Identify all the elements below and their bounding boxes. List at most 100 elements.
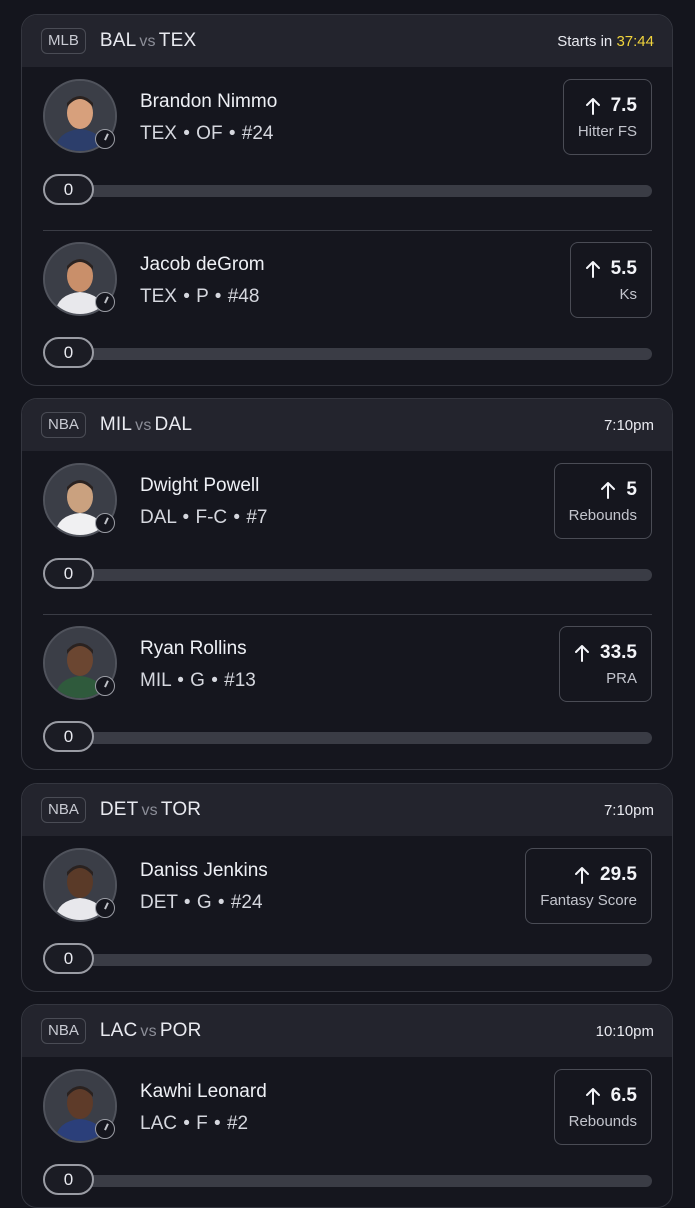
progress-value: 0 bbox=[43, 174, 94, 205]
player-row[interactable]: Dwight Powell DAL • F-C • #7 5 Rebounds 0 bbox=[22, 451, 672, 614]
game-time: 7:10pm bbox=[603, 801, 654, 819]
game-card: NBA LAC vs POR 10:10pm Kawhi Leonard LAC • F … bbox=[21, 1004, 673, 1208]
clock-icon bbox=[95, 292, 115, 312]
league-badge: MLB bbox=[41, 28, 86, 54]
game-card: MLB BAL vs TEX Starts in 37:44 Brandon Nimmo… bbox=[21, 14, 673, 386]
start-time: Starts in 37:44 bbox=[557, 33, 654, 50]
stat-type: Ks bbox=[619, 285, 637, 303]
projection-line: 7.5 bbox=[585, 95, 637, 117]
countdown-timer: 37:44 bbox=[616, 32, 654, 50]
away-team: TOR bbox=[160, 799, 202, 820]
game-card: NBA MIL vs DAL 7:10pm Dwight Powell DAL • F-C… bbox=[21, 398, 673, 770]
player-row[interactable]: Jacob deGrom TEX • P • #48 5.5 Ks 0 bbox=[22, 230, 672, 385]
game-time: 7:10pm bbox=[603, 416, 654, 434]
game-header: NBA LAC vs POR 10:10pm bbox=[22, 1005, 672, 1057]
projection-value: 5 bbox=[626, 478, 637, 500]
arrow-up-icon bbox=[600, 481, 616, 499]
stat-type: Hitter FS bbox=[577, 122, 637, 140]
player-name: Brandon Nimmo bbox=[140, 91, 278, 112]
home-team: BAL bbox=[99, 30, 137, 51]
progress-track bbox=[64, 954, 652, 966]
progress-value: 0 bbox=[43, 558, 94, 589]
away-team: TEX bbox=[158, 30, 197, 51]
stat-type: Rebounds bbox=[568, 506, 637, 524]
start-time: 10:10pm bbox=[596, 1023, 654, 1040]
projection-button[interactable]: 5 Rebounds bbox=[553, 463, 652, 539]
player-name: Dwight Powell bbox=[140, 475, 260, 496]
player-info: LAC • F • #2 bbox=[140, 1113, 249, 1134]
projection-button[interactable]: 5.5 Ks bbox=[569, 242, 652, 318]
progress-value: 0 bbox=[43, 943, 94, 974]
progress-track bbox=[64, 569, 652, 581]
home-team: LAC bbox=[99, 1020, 138, 1041]
progress-track bbox=[64, 1175, 652, 1187]
player-name: Kawhi Leonard bbox=[140, 1081, 267, 1102]
projection-value: 7.5 bbox=[610, 94, 637, 116]
player-row[interactable]: Ryan Rollins MIL • G • #13 33.5 PRA 0 bbox=[22, 614, 672, 769]
stat-type: Fantasy Score bbox=[540, 891, 637, 909]
projection-button[interactable]: 29.5 Fantasy Score bbox=[525, 848, 652, 924]
projection-button[interactable]: 6.5 Rebounds bbox=[553, 1069, 652, 1145]
projection-line: 29.5 bbox=[574, 864, 637, 886]
player-row[interactable]: Brandon Nimmo TEX • OF • #24 7.5 Hitter FS 0 bbox=[22, 67, 672, 230]
player-name: Ryan Rollins bbox=[140, 638, 247, 659]
vs-label: vs bbox=[141, 802, 158, 819]
vs-label: vs bbox=[139, 33, 156, 50]
player-row[interactable]: Daniss Jenkins DET • G • #24 29.5 Fantasy S… bbox=[22, 836, 672, 991]
vs-label: vs bbox=[135, 417, 152, 434]
game-time: 10:10pm bbox=[595, 1022, 654, 1040]
progress-track bbox=[64, 185, 652, 197]
projection-value: 33.5 bbox=[600, 641, 637, 663]
start-time: 7:10pm bbox=[604, 417, 654, 434]
starts-in-label: Starts in bbox=[557, 32, 613, 50]
projection-value: 29.5 bbox=[600, 863, 637, 885]
game-card: NBA DET vs TOR 7:10pm Daniss Jenkins DET • G … bbox=[21, 783, 673, 992]
game-header: MLB BAL vs TEX Starts in 37:44 bbox=[22, 15, 672, 67]
game-header: NBA DET vs TOR 7:10pm bbox=[22, 784, 672, 836]
stat-type: PRA bbox=[606, 669, 637, 687]
projection-line: 6.5 bbox=[585, 1085, 637, 1107]
matchup: DET vs TOR bbox=[100, 799, 201, 821]
clock-icon bbox=[95, 676, 115, 696]
player-row[interactable]: Kawhi Leonard LAC • F • #2 6.5 Rebounds 0 bbox=[22, 1057, 672, 1207]
clock-icon bbox=[95, 129, 115, 149]
league-badge: NBA bbox=[41, 797, 86, 823]
arrow-up-icon bbox=[585, 1087, 601, 1105]
matchup: MIL vs DAL bbox=[100, 414, 192, 436]
home-team: MIL bbox=[99, 414, 133, 435]
clock-icon bbox=[95, 1119, 115, 1139]
arrow-up-icon bbox=[585, 260, 601, 278]
vs-label: vs bbox=[140, 1023, 157, 1040]
projection-line: 5 bbox=[600, 479, 637, 501]
progress-track bbox=[64, 732, 652, 744]
away-team: DAL bbox=[154, 414, 193, 435]
matchup: LAC vs POR bbox=[100, 1020, 202, 1042]
stat-type: Rebounds bbox=[568, 1112, 637, 1130]
projection-button[interactable]: 33.5 PRA bbox=[559, 626, 652, 702]
home-team: DET bbox=[99, 799, 139, 820]
progress-value: 0 bbox=[43, 1164, 94, 1195]
player-info: DET • G • #24 bbox=[140, 892, 263, 913]
arrow-up-icon bbox=[574, 866, 590, 884]
progress-track bbox=[64, 348, 652, 360]
league-badge: NBA bbox=[41, 412, 86, 438]
clock-icon bbox=[95, 513, 115, 533]
away-team: POR bbox=[159, 1020, 202, 1041]
player-info: DAL • F-C • #7 bbox=[140, 507, 268, 528]
projection-button[interactable]: 7.5 Hitter FS bbox=[562, 79, 652, 155]
player-name: Jacob deGrom bbox=[140, 254, 265, 275]
start-time: 7:10pm bbox=[604, 802, 654, 819]
player-info: MIL • G • #13 bbox=[140, 670, 256, 691]
clock-icon bbox=[95, 898, 115, 918]
projection-line: 5.5 bbox=[585, 258, 637, 280]
league-badge: NBA bbox=[41, 1018, 86, 1044]
progress-value: 0 bbox=[43, 337, 94, 368]
arrow-up-icon bbox=[574, 644, 590, 662]
projection-value: 5.5 bbox=[610, 257, 637, 279]
progress-value: 0 bbox=[43, 721, 94, 752]
arrow-up-icon bbox=[585, 97, 601, 115]
matchup: BAL vs TEX bbox=[100, 30, 196, 52]
game-header: NBA MIL vs DAL 7:10pm bbox=[22, 399, 672, 451]
projection-line: 33.5 bbox=[574, 642, 637, 664]
player-info: TEX • OF • #24 bbox=[140, 123, 274, 144]
